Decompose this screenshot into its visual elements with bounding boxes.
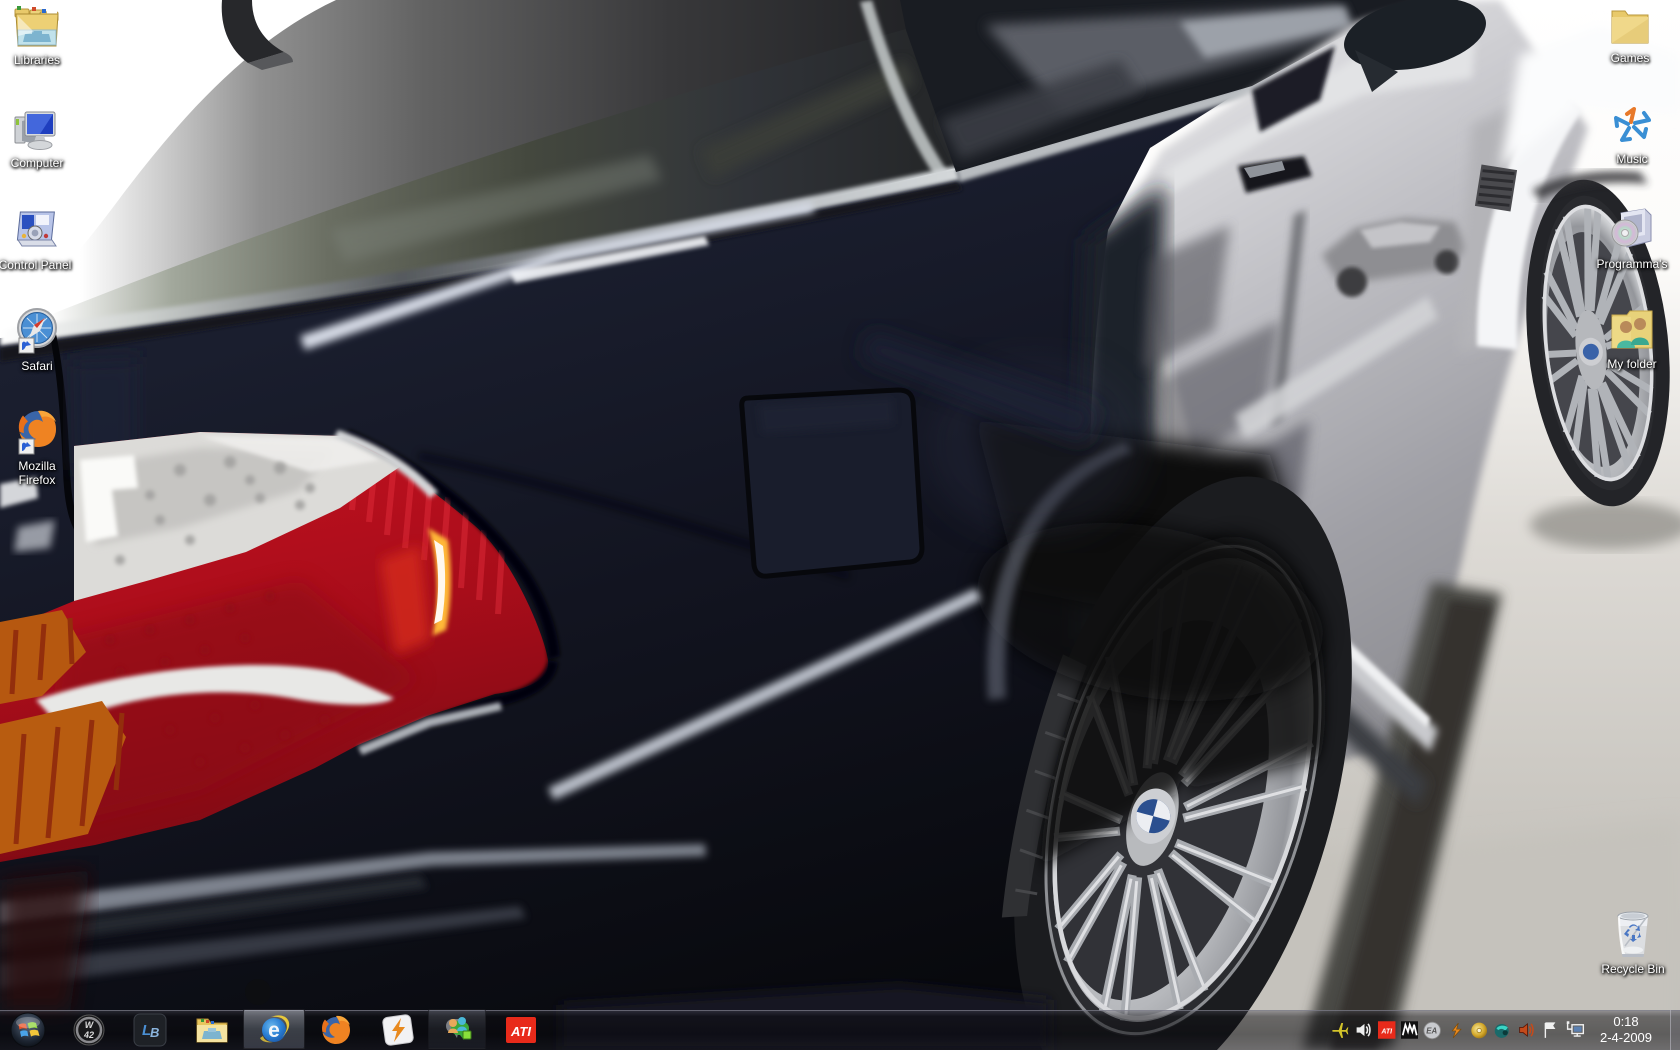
svg-text:ATI: ATI [1381,1028,1394,1035]
svg-text:B: B [150,1025,159,1040]
svg-text:EA: EA [1427,1026,1438,1035]
svg-text:e: e [268,1019,280,1042]
svg-text:42: 42 [83,1030,94,1040]
svg-text:ATI: ATI [510,1024,531,1039]
